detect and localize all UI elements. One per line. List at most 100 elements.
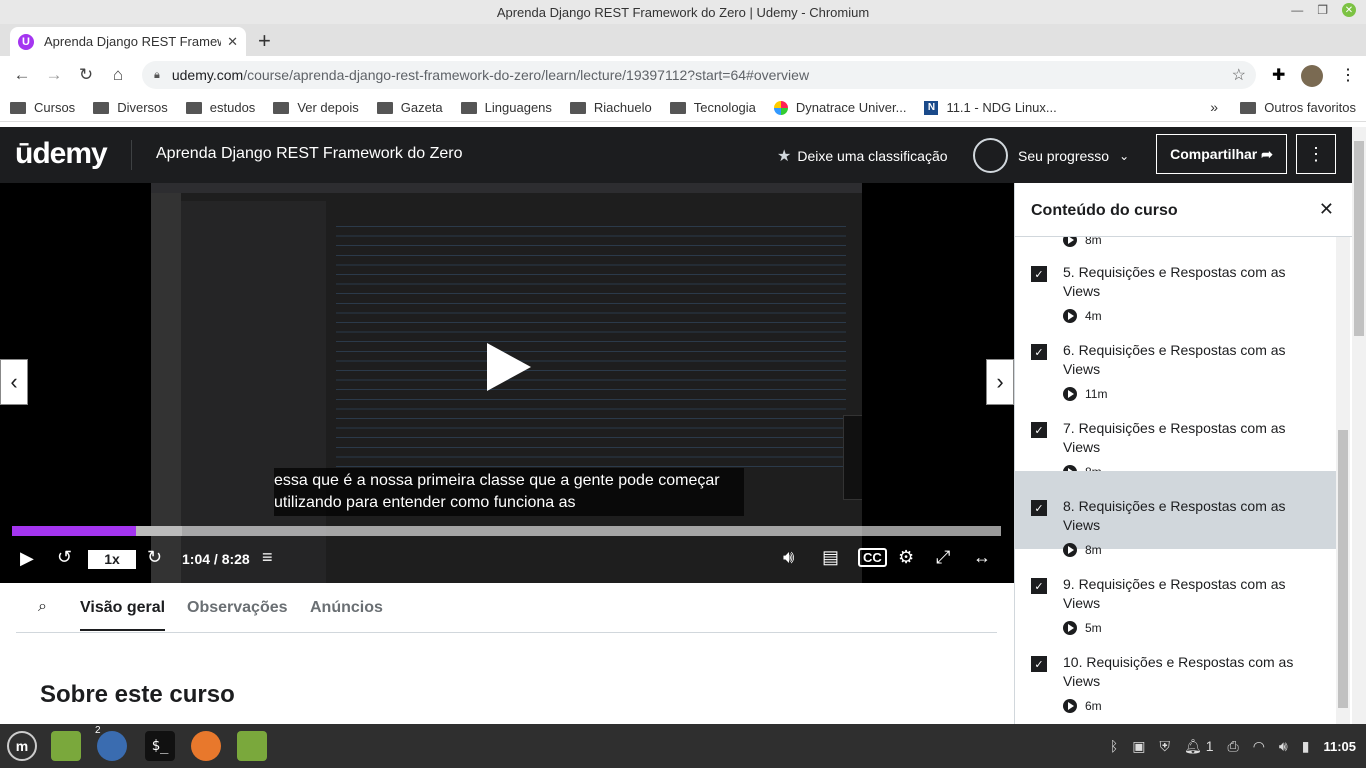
- volume-icon[interactable]: 🔊︎: [783, 547, 794, 568]
- printer-icon[interactable]: ⎙: [1227, 738, 1238, 755]
- playback-speed-button[interactable]: 1x: [88, 550, 136, 569]
- fullscreen-icon[interactable]: ⤢: [936, 547, 950, 568]
- lecture-duration: 6m: [1063, 699, 1102, 713]
- bookmark-cursos[interactable]: Cursos: [10, 100, 75, 115]
- checkbox-checked-icon[interactable]: ✓: [1031, 656, 1047, 672]
- bookmark-estudos[interactable]: estudos: [185, 100, 255, 115]
- bookmark-outros-favoritos[interactable]: Outros favoritos: [1240, 100, 1356, 115]
- chromium-icon[interactable]: 2: [95, 725, 127, 761]
- lecture-title: 7. Requisições e Respostas com as Views: [1063, 420, 1286, 455]
- captions-icon[interactable]: CC: [858, 548, 887, 567]
- bookmark-ndg-linux[interactable]: N 11.1 - NDG Linux...: [924, 100, 1057, 115]
- bookmark-dynatrace[interactable]: Dynatrace Univer...: [773, 100, 906, 115]
- files-icon[interactable]: [51, 731, 81, 761]
- list-item[interactable]: ✓ 5. Requisições e Respostas com as View…: [1015, 237, 1337, 323]
- mint-menu-icon[interactable]: m: [7, 731, 37, 761]
- bookmark-diversos[interactable]: Diversos: [93, 100, 168, 115]
- lecture-title: 8. Requisições e Respostas com as Views: [1063, 498, 1286, 533]
- time-display: 1:04 / 8:28: [182, 551, 250, 567]
- caption-line: essa que é a nossa primeira classe que a…: [274, 472, 720, 489]
- play-icon[interactable]: ▶: [20, 548, 34, 569]
- rewind-icon[interactable]: ↺: [57, 547, 72, 568]
- bookmark-tecnologia[interactable]: Tecnologia: [669, 100, 756, 115]
- list-item[interactable]: ✓ 6. Requisições e Respostas com as View…: [1015, 315, 1337, 401]
- bookmark-riachuelo[interactable]: Riachuelo: [569, 100, 652, 115]
- bookmark-star-icon[interactable]: ☆: [1232, 65, 1246, 85]
- clock[interactable]: 11:05: [1323, 739, 1356, 754]
- wifi-icon[interactable]: ◠: [1253, 738, 1265, 755]
- panel-header: Conteúdo do curso ✕: [1015, 183, 1352, 237]
- volume-tray-icon[interactable]: 🔊︎: [1279, 738, 1288, 755]
- reload-icon[interactable]: ↻: [70, 65, 102, 85]
- folder-icon: [10, 101, 26, 114]
- clipboard-icon[interactable]: ▣: [1132, 738, 1145, 755]
- tab-overview[interactable]: Visão geral: [80, 599, 166, 631]
- rate-course-button[interactable]: ★ Deixe uma classificação: [777, 146, 948, 166]
- list-item[interactable]: ✓ 10. Requisições e Respostas com as Vie…: [1015, 627, 1337, 713]
- forward-icon[interactable]: →: [38, 65, 70, 85]
- list-item[interactable]: ✓ 7. Requisições e Respostas com as View…: [1015, 393, 1337, 479]
- folder-icon: [273, 101, 290, 114]
- browser-toolbar: ← → ↻ ⌂ 🔒︎ udemy.com/course/aprenda-djan…: [0, 56, 1366, 94]
- more-options-button[interactable]: ⋮: [1296, 134, 1336, 174]
- notifications-icon[interactable]: 🔔︎ 1: [1184, 738, 1213, 755]
- browser-menu-icon[interactable]: ⋮: [1340, 65, 1356, 85]
- list-item[interactable]: ✓ 9. Requisições e Respostas com as View…: [1015, 549, 1337, 635]
- page-scrollbar[interactable]: [1352, 127, 1366, 724]
- profile-avatar[interactable]: [1301, 65, 1323, 87]
- checkbox-checked-icon[interactable]: ✓: [1031, 422, 1047, 438]
- checkbox-checked-icon[interactable]: ✓: [1031, 266, 1047, 282]
- close-tab-icon[interactable]: ✕: [227, 34, 238, 50]
- list-item-current[interactable]: ✓ 8. Requisições e Respostas com as View…: [1015, 471, 1337, 557]
- home-icon[interactable]: ⌂: [102, 65, 134, 85]
- lecture-title: 10. Requisições e Respostas com as Views: [1063, 654, 1294, 689]
- bookmarks-overflow-icon[interactable]: »: [1210, 99, 1218, 115]
- search-icon[interactable]: ⌕: [38, 598, 47, 616]
- settings-gear-icon[interactable]: ⚙: [898, 547, 914, 568]
- video-player[interactable]: ‹ › essa que é a nossa primeira classe q…: [0, 183, 1014, 583]
- minimize-icon[interactable]: —: [1291, 3, 1303, 17]
- battery-icon[interactable]: ▮: [1302, 738, 1310, 755]
- restore-icon[interactable]: ❐: [1317, 3, 1328, 17]
- address-bar[interactable]: 🔒︎ udemy.com/course/aprenda-django-rest-…: [142, 61, 1256, 89]
- lecture-title: 5. Requisições e Respostas com as Views: [1063, 264, 1286, 299]
- bookmark-linguagens[interactable]: Linguagens: [460, 100, 552, 115]
- play-circle-icon: [1063, 699, 1077, 713]
- next-lecture-button[interactable]: ›: [986, 359, 1014, 405]
- tab-notes[interactable]: Observações: [187, 599, 288, 617]
- panel-scrollbar[interactable]: [1336, 237, 1350, 724]
- transcript-icon[interactable]: ▤: [822, 547, 839, 568]
- course-title[interactable]: Aprenda Django REST Framework do Zero: [156, 145, 463, 163]
- panel-title: Conteúdo do curso: [1031, 202, 1178, 219]
- browser-tab[interactable]: U Aprenda Django REST Framew ✕: [10, 27, 246, 56]
- shield-icon[interactable]: ⛨: [1160, 738, 1171, 755]
- terminal-icon[interactable]: $_: [145, 731, 175, 761]
- tab-announcements[interactable]: Anúncios: [310, 599, 383, 617]
- checkbox-checked-icon[interactable]: ✓: [1031, 344, 1047, 360]
- expand-icon[interactable]: ↔: [973, 547, 991, 568]
- bookmarks-bar: Cursos Diversos estudos Ver depois Gazet…: [0, 94, 1366, 122]
- lecture-title: 9. Requisições e Respostas com as Views: [1063, 576, 1286, 611]
- firefox-icon[interactable]: [191, 731, 221, 761]
- bluetooth-icon[interactable]: ᛒ: [1110, 738, 1118, 754]
- bookmark-ver-depois[interactable]: Ver depois: [273, 100, 359, 115]
- checkbox-checked-icon[interactable]: ✓: [1031, 578, 1047, 594]
- close-panel-icon[interactable]: ✕: [1319, 199, 1334, 220]
- forward-icon[interactable]: ↻: [147, 547, 162, 568]
- folder-app-icon[interactable]: [237, 731, 267, 761]
- bookmark-gazeta[interactable]: Gazeta: [376, 100, 443, 115]
- share-button[interactable]: Compartilhar ➦: [1156, 134, 1287, 174]
- extensions-icon[interactable]: ✚: [1272, 65, 1285, 85]
- back-icon[interactable]: ←: [6, 65, 38, 85]
- progress-fill[interactable]: [12, 526, 136, 536]
- new-tab-icon[interactable]: +: [258, 28, 271, 54]
- udemy-logo[interactable]: ūdemy: [15, 137, 108, 171]
- add-note-icon[interactable]: ≡: [262, 547, 273, 568]
- folder-icon: [185, 101, 202, 114]
- big-play-icon[interactable]: [487, 343, 531, 391]
- close-window-icon[interactable]: ✕: [1342, 3, 1356, 17]
- checkbox-checked-icon[interactable]: ✓: [1031, 500, 1047, 516]
- progress-dropdown[interactable]: Seu progresso ⌄: [973, 138, 1129, 173]
- os-taskbar: m 2 $_ ᛒ ▣ ⛨ 🔔︎ 1 ⎙ ◠ 🔊︎ ▮ 11:05: [0, 724, 1366, 768]
- previous-lecture-button[interactable]: ‹: [0, 359, 28, 405]
